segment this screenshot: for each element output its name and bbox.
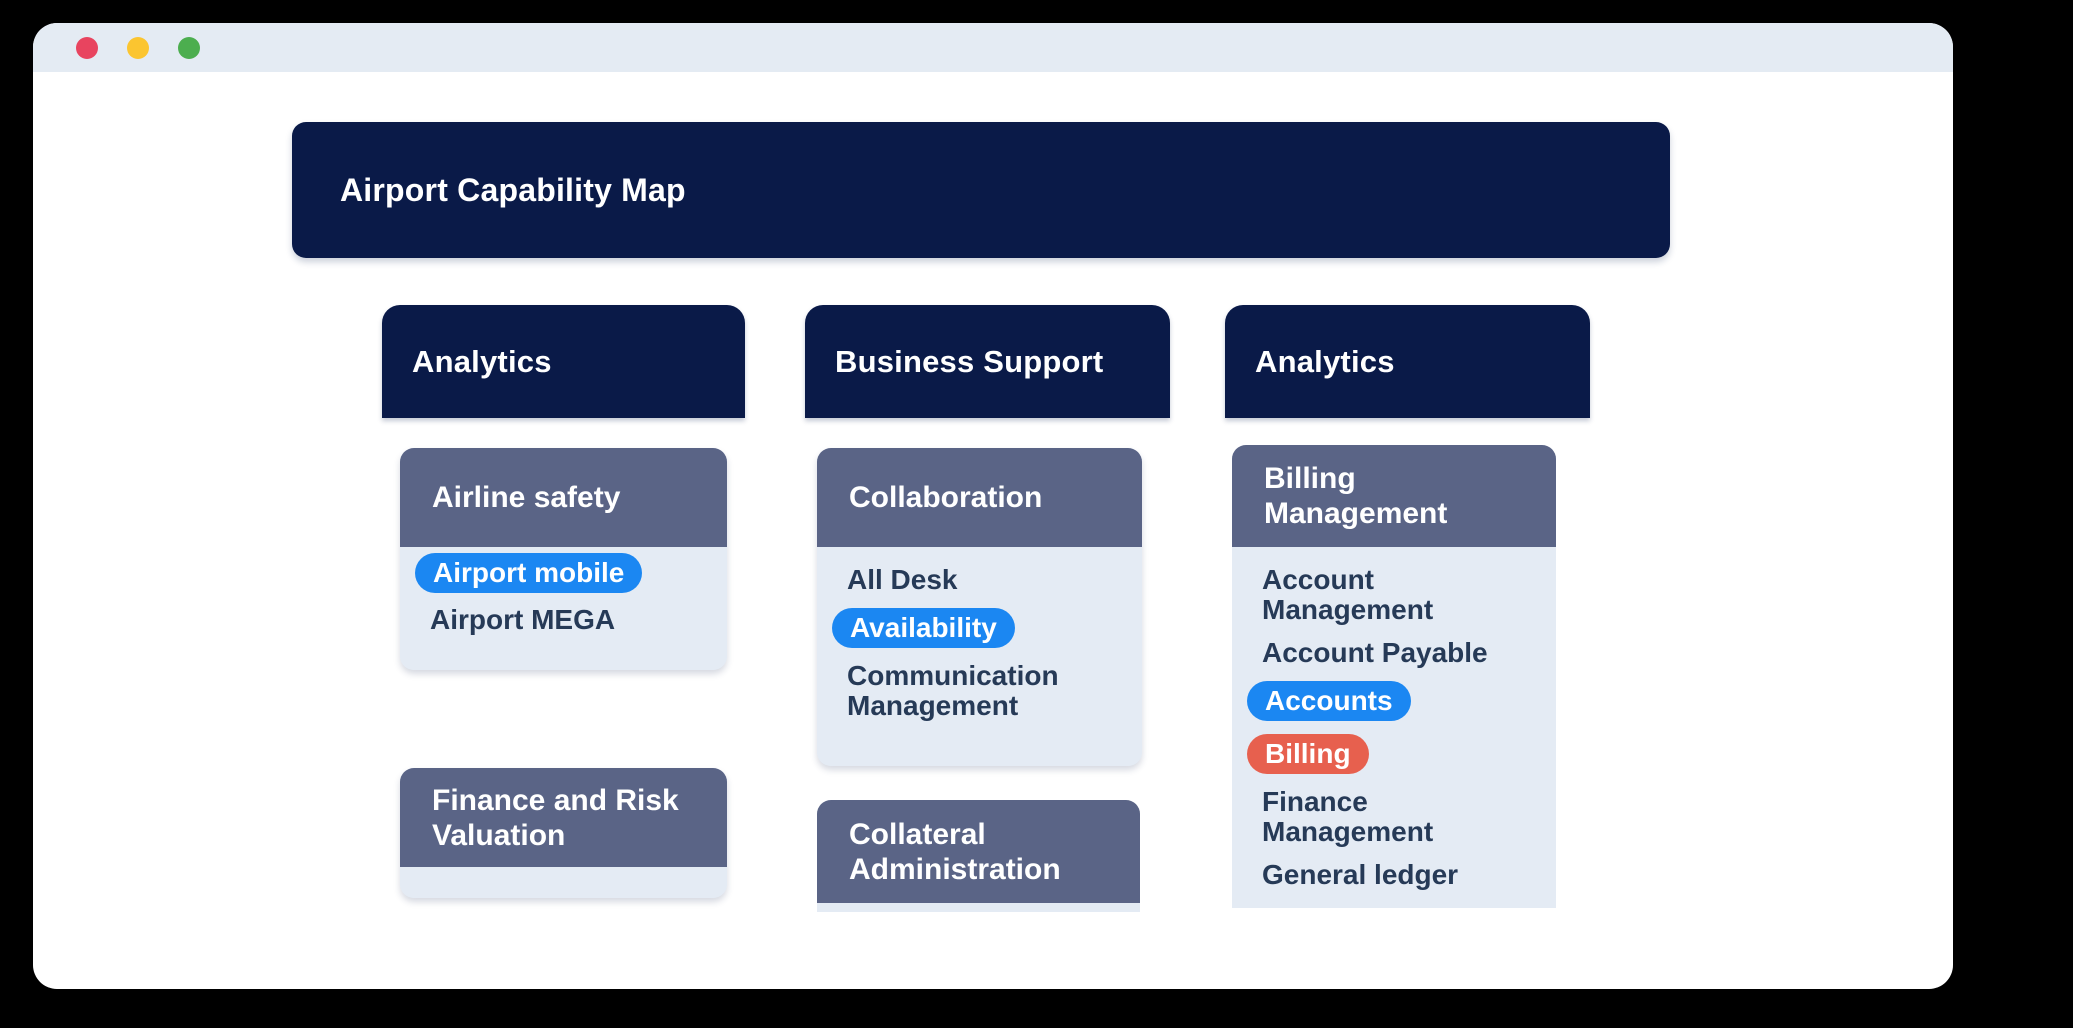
- window-titlebar: [33, 23, 1953, 72]
- map-title: Airport Capability Map: [340, 172, 686, 209]
- card-body: Account Management Account Payable Accou…: [1232, 547, 1556, 908]
- card-body: [817, 903, 1140, 912]
- card-body: Airport mobile Airport MEGA: [400, 547, 727, 670]
- app-window: Airport Capability Map Analytics Busines…: [33, 23, 1953, 989]
- screenshot-root: { "window": { "controls": [ {"label": "c…: [0, 0, 2073, 1028]
- card-airline-safety: Airline safety Airport mobile Airport ME…: [400, 448, 727, 670]
- card-billing-management: Billing Management Account Management Ac…: [1232, 445, 1556, 908]
- card-body: [400, 867, 727, 898]
- card-collaboration: Collaboration All Desk Availability Comm…: [817, 448, 1142, 766]
- map-title-banner: Airport Capability Map: [292, 122, 1670, 258]
- capability-item: Airport MEGA: [430, 605, 615, 635]
- column-header-label: Analytics: [412, 344, 552, 380]
- column-header-analytics-2: Analytics: [1225, 305, 1590, 418]
- capability-item: Finance Management: [1262, 787, 1521, 847]
- capability-pill[interactable]: Accounts: [1247, 681, 1411, 721]
- column-header-business-support: Business Support: [805, 305, 1170, 418]
- card-title: Finance and Risk Valuation: [400, 768, 727, 867]
- capability-item: Account Management: [1262, 565, 1521, 625]
- card-title: Collaboration: [817, 448, 1142, 547]
- capability-item: Account Payable: [1262, 638, 1488, 668]
- capability-item: All Desk: [847, 565, 958, 595]
- column-header-label: Business Support: [835, 344, 1103, 380]
- maximize-button[interactable]: [178, 37, 200, 59]
- card-title: Billing Management: [1232, 445, 1556, 547]
- card-body: All Desk Availability Communication Mana…: [817, 547, 1142, 766]
- close-button[interactable]: [76, 37, 98, 59]
- capability-item: General ledger: [1262, 860, 1458, 890]
- card-collateral-administration: Collateral Administration: [817, 800, 1140, 912]
- card-finance-and-risk-valuation: Finance and Risk Valuation: [400, 768, 727, 898]
- column-header-analytics-1: Analytics: [382, 305, 745, 418]
- capability-pill[interactable]: Airport mobile: [415, 553, 642, 593]
- column-header-label: Analytics: [1255, 344, 1395, 380]
- card-title: Airline safety: [400, 448, 727, 547]
- card-title: Collateral Administration: [817, 800, 1140, 903]
- minimize-button[interactable]: [127, 37, 149, 59]
- capability-item: Communication Management: [847, 661, 1112, 721]
- capability-pill[interactable]: Availability: [832, 608, 1015, 648]
- capability-pill[interactable]: Billing: [1247, 734, 1369, 774]
